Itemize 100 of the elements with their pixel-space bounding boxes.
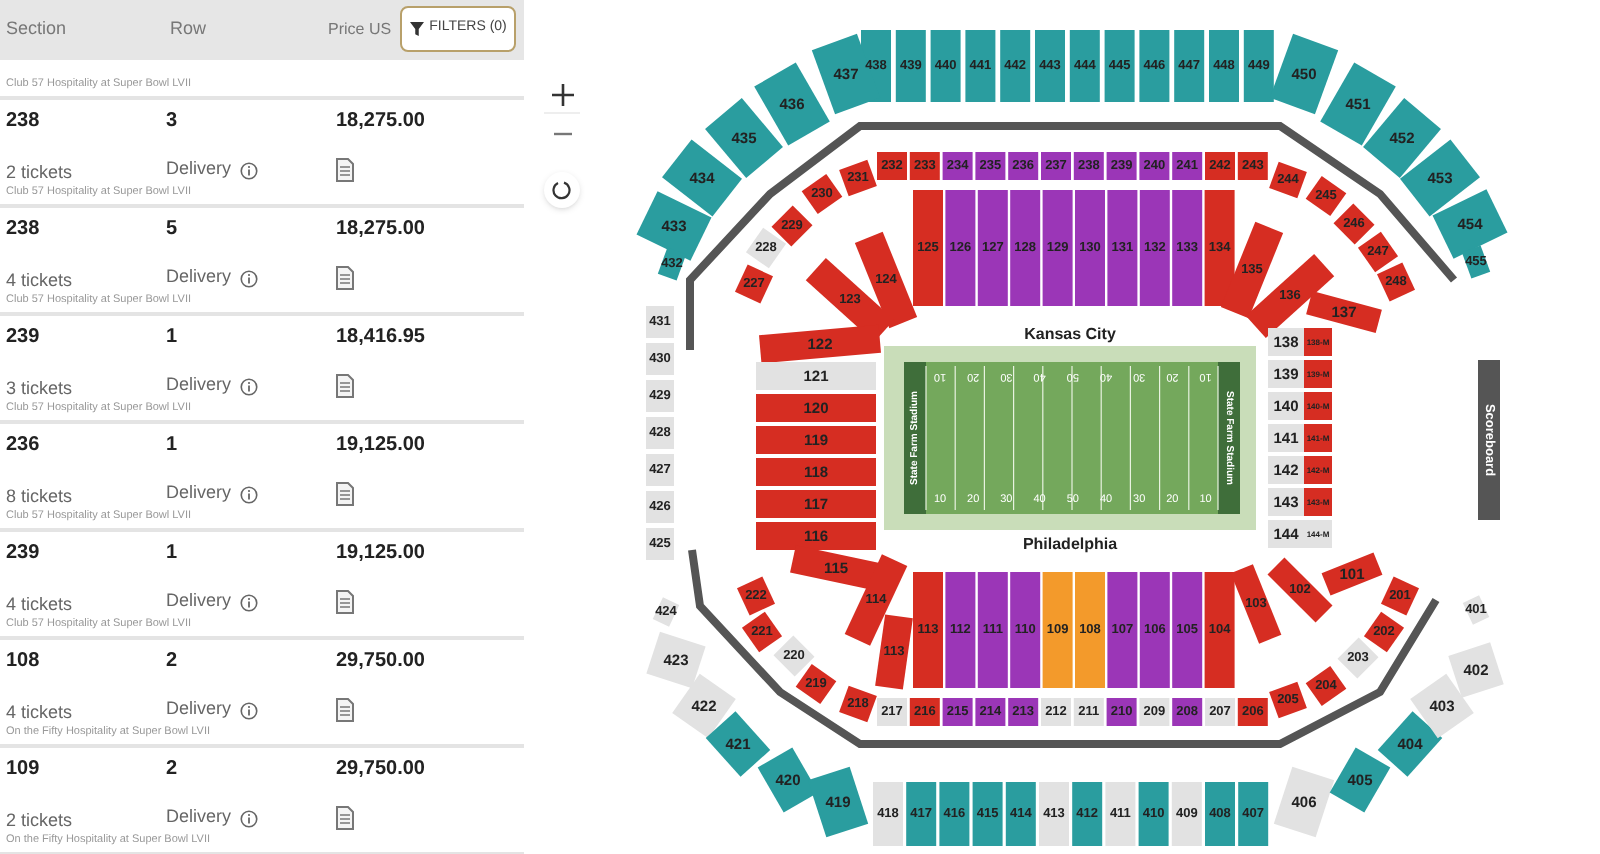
seat-section[interactable]: [1072, 782, 1103, 846]
document-icon[interactable]: [336, 158, 354, 182]
seat-section[interactable]: [1139, 698, 1170, 726]
seat-section[interactable]: [646, 343, 674, 375]
seat-section[interactable]: [646, 528, 674, 560]
seat-section[interactable]: [1010, 190, 1041, 306]
seat-section[interactable]: [1363, 611, 1405, 653]
seat-section[interactable]: [1005, 782, 1036, 846]
seat-section[interactable]: [1008, 698, 1039, 726]
seat-section[interactable]: [875, 614, 913, 690]
document-icon[interactable]: [336, 374, 354, 398]
seat-section[interactable]: [1268, 424, 1304, 452]
seat-section[interactable]: [1268, 392, 1304, 420]
seat-section[interactable]: [795, 663, 837, 705]
seat-section[interactable]: [745, 227, 787, 269]
seat-section[interactable]: [1268, 328, 1304, 356]
seat-section[interactable]: [1069, 30, 1100, 102]
seat-section[interactable]: [1139, 152, 1170, 180]
seat-section[interactable]: [1205, 698, 1235, 726]
seat-section[interactable]: [646, 306, 674, 338]
seat-section[interactable]: [1039, 782, 1069, 846]
seat-section[interactable]: [1073, 152, 1104, 180]
seat-section[interactable]: [1333, 203, 1375, 245]
seat-section[interactable]: [1106, 698, 1137, 726]
reset-view-button[interactable]: [544, 172, 580, 208]
seat-section[interactable]: [1139, 190, 1170, 306]
seat-section[interactable]: [646, 417, 674, 449]
seat-section[interactable]: [1237, 698, 1268, 726]
seat-section[interactable]: [1042, 190, 1073, 306]
seat-section[interactable]: [1305, 665, 1347, 707]
seat-section[interactable]: [1462, 595, 1490, 625]
seat-section[interactable]: [1171, 782, 1202, 846]
seat-section[interactable]: [1105, 782, 1136, 846]
seat-section[interactable]: [1304, 520, 1332, 548]
seat-section[interactable]: [646, 491, 674, 523]
seat-section[interactable]: [756, 362, 876, 390]
seat-section[interactable]: [1106, 152, 1137, 180]
seat-section[interactable]: [1139, 30, 1170, 102]
document-icon[interactable]: [336, 698, 354, 722]
seat-section[interactable]: [1305, 175, 1347, 217]
seat-section[interactable]: [1139, 572, 1170, 688]
seat-section[interactable]: [1268, 488, 1304, 516]
seat-section[interactable]: [1174, 30, 1205, 102]
filter-icon: [409, 22, 424, 36]
seat-section[interactable]: [839, 685, 877, 723]
seat-section[interactable]: [1104, 30, 1135, 102]
document-icon[interactable]: [336, 482, 354, 506]
row-cell-text: 1: [166, 323, 180, 351]
seat-section[interactable]: [1268, 456, 1304, 484]
seat-section[interactable]: [895, 30, 926, 102]
seat-section[interactable]: [1269, 161, 1307, 199]
seat-section[interactable]: [939, 782, 970, 846]
seat-section[interactable]: [877, 698, 907, 726]
seat-section[interactable]: [1172, 698, 1203, 726]
seat-section[interactable]: [652, 597, 680, 627]
seat-section[interactable]: [839, 159, 877, 197]
seat-section[interactable]: [1306, 291, 1382, 333]
seat-section[interactable]: [942, 698, 973, 726]
seat-section[interactable]: [873, 782, 903, 846]
seat-section[interactable]: [1041, 698, 1071, 726]
seat-section[interactable]: [1172, 152, 1203, 180]
document-icon[interactable]: [336, 806, 354, 830]
seat-section[interactable]: [1337, 637, 1379, 679]
seat-section[interactable]: [909, 152, 940, 180]
seat-section[interactable]: [1000, 30, 1031, 102]
seat-section[interactable]: [1376, 262, 1416, 302]
seat-section[interactable]: [942, 152, 973, 180]
document-icon[interactable]: [336, 590, 354, 614]
document-icon[interactable]: [336, 266, 354, 290]
seat-section[interactable]: [1380, 576, 1420, 616]
seat-section[interactable]: [1138, 782, 1169, 846]
seat-section[interactable]: [1172, 190, 1203, 306]
seat-section[interactable]: [1010, 572, 1041, 688]
seat-section[interactable]: [1243, 30, 1274, 102]
seat-section[interactable]: [975, 698, 1006, 726]
seat-section[interactable]: [801, 173, 843, 215]
seat-section[interactable]: [906, 782, 937, 846]
seat-section[interactable]: [1268, 520, 1304, 548]
seat-section[interactable]: [975, 152, 1006, 180]
seat-section[interactable]: [773, 635, 815, 677]
seat-section[interactable]: [1073, 698, 1104, 726]
seat-section[interactable]: [945, 190, 976, 306]
seat-section[interactable]: [972, 782, 1003, 846]
seat-section[interactable]: [1357, 231, 1399, 273]
seat-section[interactable]: [1238, 782, 1269, 846]
seat-section[interactable]: [759, 324, 881, 364]
seat-section[interactable]: [646, 454, 674, 486]
price-cell-text: 29,750.00: [336, 647, 425, 675]
seat-section[interactable]: [965, 30, 996, 102]
seat-section[interactable]: [1172, 572, 1203, 688]
seat-section[interactable]: [646, 380, 674, 412]
seat-section[interactable]: [930, 30, 961, 102]
seat-section[interactable]: [1268, 360, 1304, 388]
seat-section[interactable]: [1008, 152, 1039, 180]
seat-section[interactable]: [1237, 152, 1268, 180]
seat-section[interactable]: [977, 572, 1008, 688]
seat-section[interactable]: [1269, 681, 1307, 719]
seat-section[interactable]: [977, 190, 1008, 306]
seat-section[interactable]: [909, 698, 940, 726]
seat-section[interactable]: [741, 611, 783, 653]
